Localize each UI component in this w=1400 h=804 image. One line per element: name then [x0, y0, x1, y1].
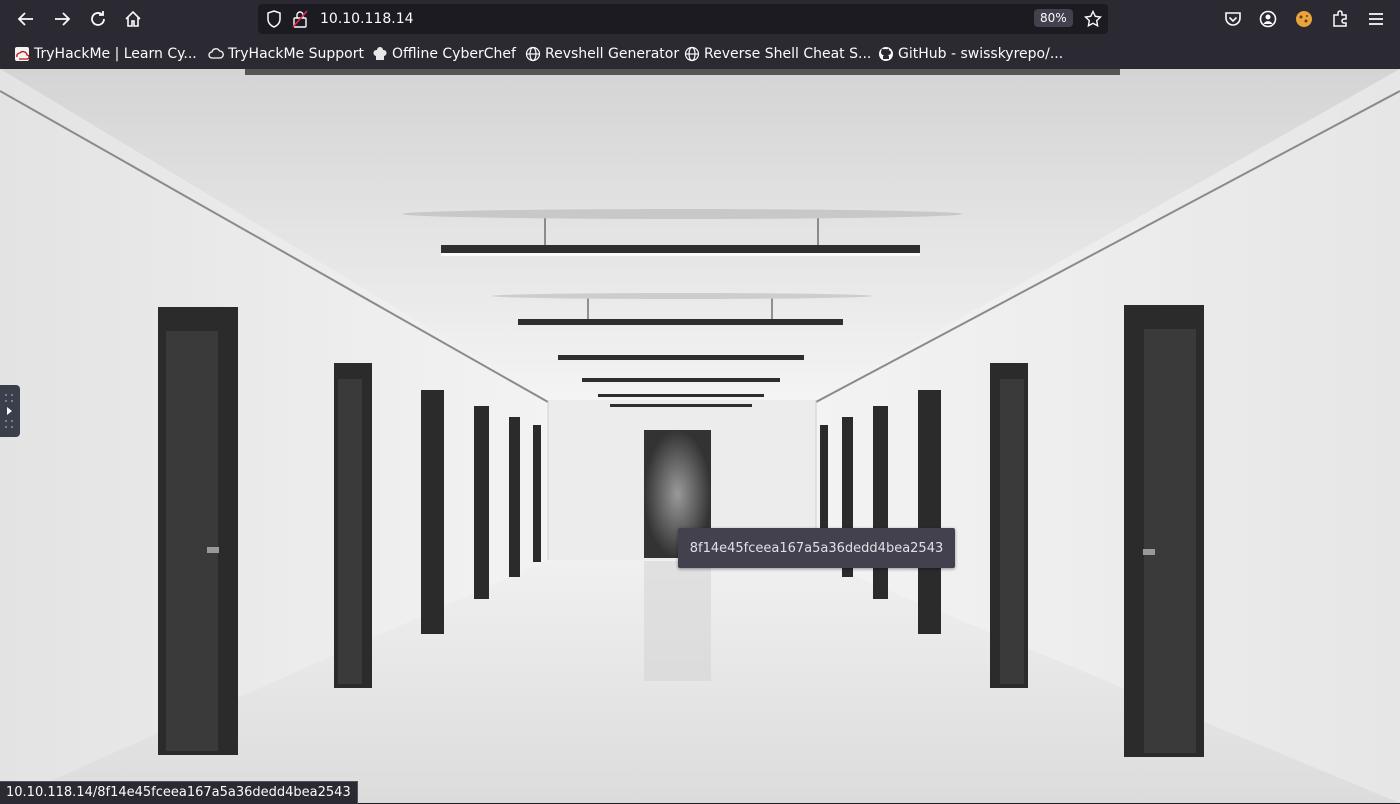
- account-icon[interactable]: [1256, 7, 1280, 31]
- bookmark-label: Reverse Shell Cheat S...: [704, 46, 872, 62]
- extension-badge-icon[interactable]: [1292, 7, 1316, 31]
- hamburger-menu-icon[interactable]: [1364, 7, 1388, 31]
- globe-icon: [684, 46, 700, 62]
- github-icon: [878, 46, 894, 62]
- back-icon[interactable]: [14, 7, 38, 31]
- status-bar-link: 10.10.118.14/8f14e45fceea167a5a36dedd4be…: [0, 781, 358, 804]
- cloud-icon: [208, 46, 224, 62]
- browser-toolbar: 10.10.118.14 80%: [0, 0, 1400, 38]
- bookmarks-toolbar: TryHackMe | Learn Cy... TryHackMe Suppor…: [0, 38, 1400, 69]
- puzzle-icon[interactable]: [1328, 7, 1352, 31]
- bookmark-label: Revshell Generator: [545, 46, 680, 62]
- pocket-icon[interactable]: [1221, 7, 1245, 31]
- tryhackme-icon: [14, 46, 30, 62]
- bookmark-label: Offline CyberChef: [392, 46, 516, 62]
- bookmark-reverse-shell-cheat[interactable]: Reverse Shell Cheat S...: [684, 45, 871, 63]
- reload-icon[interactable]: [86, 7, 110, 31]
- zoom-indicator[interactable]: 80%: [1034, 9, 1073, 27]
- bookmark-tryhackme[interactable]: TryHackMe | Learn Cy...: [14, 45, 197, 63]
- insecure-lock-icon[interactable]: [292, 10, 308, 32]
- chef-hat-icon: [372, 46, 388, 62]
- globe-icon: [525, 46, 541, 62]
- url-text[interactable]: 10.10.118.14: [320, 11, 414, 27]
- star-icon[interactable]: [1083, 9, 1103, 32]
- home-icon[interactable]: [121, 7, 145, 31]
- corridor-image[interactable]: [0, 69, 1400, 803]
- sidebar-toggle-handle[interactable]: [0, 385, 20, 437]
- forward-icon[interactable]: [50, 7, 74, 31]
- url-bar[interactable]: 10.10.118.14 80%: [258, 4, 1108, 34]
- page-viewport: [0, 69, 1400, 803]
- bookmark-tryhackme-support[interactable]: TryHackMe Support: [208, 45, 364, 63]
- shield-icon[interactable]: [266, 10, 282, 32]
- bookmark-label: TryHackMe | Learn Cy...: [34, 46, 197, 62]
- image-tooltip: 8f14e45fceea167a5a36dedd4bea2543: [678, 528, 955, 568]
- bookmark-label: GitHub - swisskyrepo/...: [898, 46, 1064, 62]
- bookmark-github-swisskyrepo[interactable]: GitHub - swisskyrepo/...: [878, 45, 1063, 63]
- bookmark-revshell-generator[interactable]: Revshell Generator: [525, 45, 679, 63]
- bookmark-label: TryHackMe Support: [228, 46, 364, 62]
- bookmark-offline-cyberchef[interactable]: Offline CyberChef: [372, 45, 516, 63]
